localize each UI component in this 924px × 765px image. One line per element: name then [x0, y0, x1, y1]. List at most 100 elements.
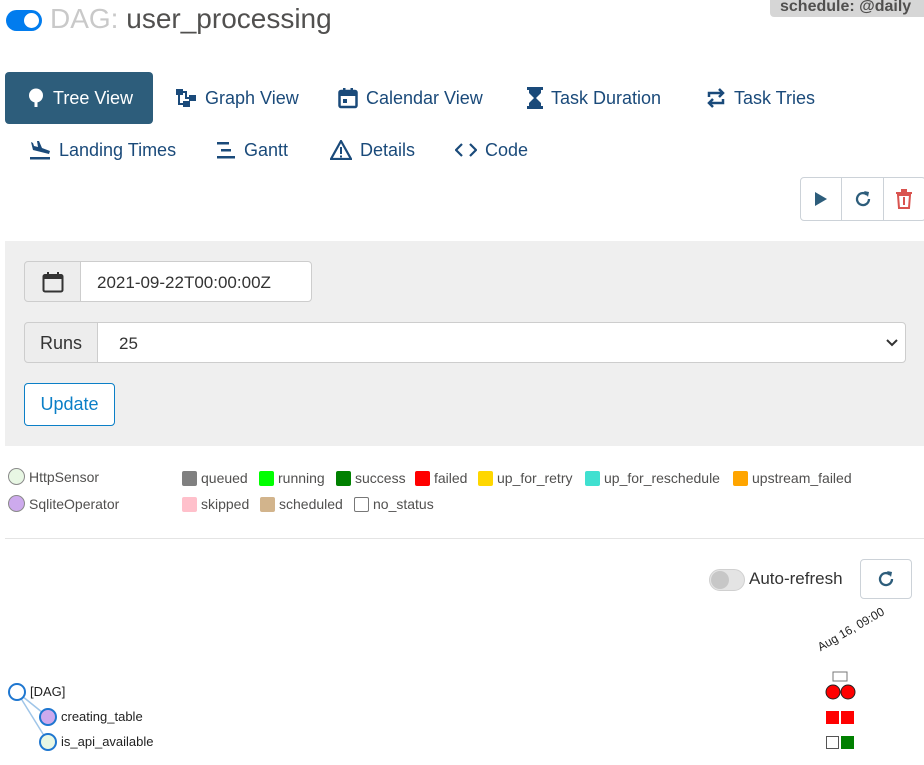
operator-color-dot: [8, 468, 25, 485]
state-name: scheduled: [279, 496, 343, 512]
refresh-icon: [878, 571, 894, 587]
tree-icon: [29, 88, 43, 107]
state-legend-up-for-retry: up_for_retry: [478, 470, 572, 486]
state-legend-running: running: [259, 470, 325, 486]
refresh-dag-button[interactable]: [842, 178, 884, 220]
state-swatch: [585, 470, 600, 486]
play-icon: [815, 192, 828, 206]
task-node-creating-table[interactable]: [39, 708, 57, 726]
plane-landing-icon: [30, 141, 50, 160]
task-instance-failed[interactable]: [841, 711, 854, 724]
state-legend-failed: failed: [415, 470, 467, 486]
state-name: queued: [201, 470, 248, 486]
state-swatch: [336, 470, 351, 486]
refresh-icon: [855, 191, 870, 207]
trigger-dag-button[interactable]: [801, 178, 843, 220]
run-date-label: Aug 16, 09:00: [815, 604, 887, 654]
state-name: running: [278, 470, 325, 486]
tab-label: Gantt: [244, 139, 289, 160]
operator-name: SqliteOperator: [29, 495, 120, 512]
dag-node[interactable]: [8, 683, 26, 701]
tab-details[interactable]: Details: [330, 124, 415, 176]
state-swatch: [354, 496, 369, 512]
operator-legend-httpsensor: HttpSensor: [8, 468, 99, 485]
state-legend-up-for-reschedule: up_for_reschedule: [585, 470, 720, 486]
tab-calendar-view[interactable]: Calendar View: [338, 72, 483, 124]
tab-task-tries[interactable]: Task Tries: [706, 72, 815, 124]
hourglass-icon: [527, 87, 543, 109]
warning-triangle-icon: [330, 140, 352, 160]
operator-name: HttpSensor: [29, 468, 100, 485]
task-node-is-api-available[interactable]: [39, 733, 57, 751]
dag-actions: [800, 177, 924, 221]
auto-refresh-label: Auto-refresh: [749, 569, 843, 588]
state-swatch: [478, 470, 493, 486]
state-name: success: [355, 470, 406, 486]
state-legend-upstream-failed: upstream_failed: [733, 470, 852, 486]
delete-dag-button[interactable]: [884, 178, 924, 220]
section-divider: [5, 538, 924, 539]
update-button[interactable]: Update: [24, 383, 115, 426]
operator-legend-sqliteoperator: SqliteOperator: [8, 495, 119, 512]
state-legend-skipped: skipped: [182, 496, 249, 512]
tree-label-is-api-available[interactable]: is_api_available: [61, 734, 154, 749]
calendar-icon: [338, 88, 358, 109]
num-runs-value: 25: [119, 334, 138, 353]
tab-label: Details: [360, 139, 416, 160]
state-name: failed: [434, 470, 468, 486]
tab-gantt[interactable]: Gantt: [216, 124, 288, 176]
state-swatch: [415, 470, 430, 486]
dag-run-header[interactable]: [832, 671, 848, 682]
gantt-icon: [217, 142, 235, 159]
state-name: upstream_failed: [752, 470, 852, 486]
num-runs-select[interactable]: 25: [97, 322, 906, 363]
trash-icon: [896, 189, 913, 209]
state-legend-no-status: no_status: [354, 496, 434, 512]
toggle-knob: [24, 13, 39, 28]
tab-label: Code: [485, 139, 529, 160]
code-icon: [455, 143, 477, 157]
chevron-down-icon: [886, 339, 898, 347]
dag-id: user_processing: [126, 3, 332, 34]
page-title: DAG: user_processing: [50, 2, 332, 36]
tab-code[interactable]: Code: [455, 124, 528, 176]
tab-label: Task Duration: [551, 87, 662, 108]
date-picker-button[interactable]: [24, 261, 81, 302]
state-swatch: [733, 470, 748, 486]
runs-label: Runs: [24, 322, 98, 363]
tab-label: Graph View: [205, 87, 299, 108]
state-name: up_for_retry: [497, 470, 573, 486]
toggle-knob: [711, 571, 729, 589]
tree-label-creating-table[interactable]: creating_table: [61, 709, 143, 724]
state-legend-queued: queued: [182, 470, 248, 486]
operator-color-dot: [8, 495, 25, 512]
task-instance-success[interactable]: [841, 736, 854, 749]
task-instance-no-status[interactable]: [826, 736, 839, 749]
refresh-tree-button[interactable]: [860, 559, 912, 599]
tab-label: Calendar View: [366, 87, 483, 108]
state-name: no_status: [373, 496, 434, 512]
tab-landing-times[interactable]: Landing Times: [29, 124, 176, 176]
state-legend-scheduled: scheduled: [260, 496, 343, 512]
repeat-icon: [707, 88, 725, 108]
tree-label-dag[interactable]: [DAG]: [30, 684, 65, 699]
tab-label: Task Tries: [734, 87, 816, 108]
dag-title-prefix: DAG:: [50, 3, 119, 34]
schedule-badge: schedule: @daily: [770, 0, 924, 17]
tab-graph-view[interactable]: Graph View: [175, 72, 299, 124]
tab-label: Tree View: [53, 87, 134, 108]
state-legend-success: success: [336, 470, 406, 486]
state-name: skipped: [201, 496, 250, 512]
state-swatch: [182, 496, 197, 512]
state-swatch: [260, 496, 275, 512]
tab-tree-view[interactable]: Tree View: [5, 72, 153, 124]
graph-icon: [176, 89, 196, 107]
dag-run-failed[interactable]: [840, 684, 856, 700]
dag-run-failed[interactable]: [825, 684, 841, 700]
tab-task-duration[interactable]: Task Duration: [527, 72, 661, 124]
base-date-input[interactable]: 2021-09-22T00:00:00Z: [80, 261, 312, 302]
task-instance-failed[interactable]: [826, 711, 839, 724]
auto-refresh-toggle[interactable]: [709, 569, 745, 591]
dag-pause-toggle[interactable]: [6, 10, 42, 31]
state-name: up_for_reschedule: [604, 470, 720, 486]
